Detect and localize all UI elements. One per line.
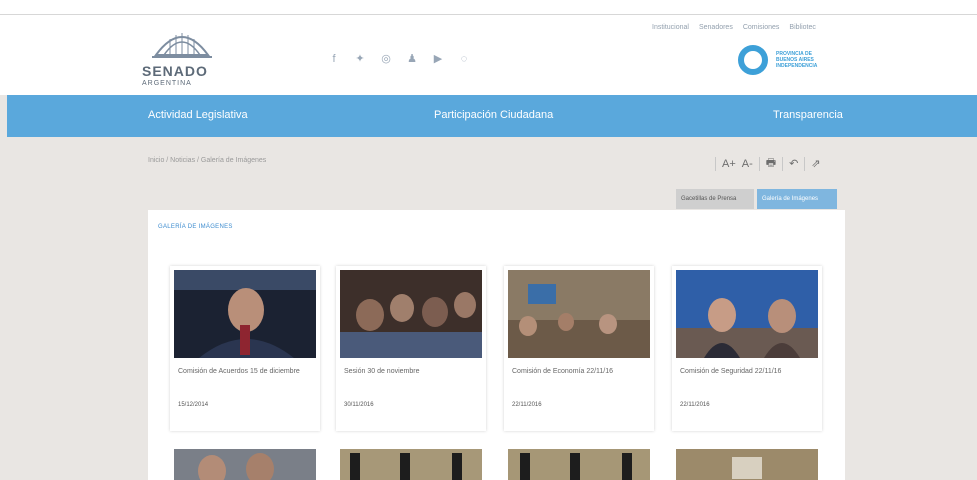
tab-press-releases[interactable]: Gacetillas de Prensa xyxy=(676,189,754,209)
dome-icon xyxy=(152,33,212,58)
gallery-card[interactable]: Comisión de Acuerdos 15 de diciembre 15/… xyxy=(170,266,320,431)
badge-ring-icon xyxy=(738,45,768,75)
gallery-card-partial[interactable] xyxy=(336,449,486,480)
gallery-card[interactable]: Comisión de Economía 22/11/16 22/11/2016 xyxy=(504,266,654,431)
gallery-thumbnail xyxy=(676,270,818,358)
gallery-date: 30/11/2016 xyxy=(344,402,374,408)
gallery-thumbnail xyxy=(174,449,316,480)
top-links: Institucional Senadores Comisiones Bibli… xyxy=(652,24,816,31)
twitter-icon[interactable]: ✦ xyxy=(354,53,366,65)
user-icon[interactable]: ♟ xyxy=(406,53,418,65)
top-strip xyxy=(0,0,977,15)
nav-item-actividad-legislativa[interactable]: Actividad Legislativa xyxy=(148,109,248,121)
youtube-icon[interactable]: ▶ xyxy=(432,53,444,65)
top-link-comisiones[interactable]: Comisiones xyxy=(743,24,780,31)
gallery-date: 22/11/2016 xyxy=(680,402,710,408)
back-icon[interactable]: ↶ xyxy=(789,157,798,170)
font-increase-button[interactable]: A+ xyxy=(722,158,736,170)
badge-text: PROVINCIA DE BUENOS AIRES INDEPENDENCIA xyxy=(776,51,846,69)
gallery-thumbnail xyxy=(340,449,482,480)
gallery-card[interactable]: Comisión de Seguridad 22/11/16 22/11/201… xyxy=(672,266,822,431)
tool-separator xyxy=(782,156,784,171)
font-decrease-button[interactable]: A- xyxy=(742,158,753,170)
gallery-caption: Sesión 30 de noviembre xyxy=(344,368,420,375)
gallery-caption: Comisión de Economía 22/11/16 xyxy=(512,368,614,375)
gallery-thumbnail xyxy=(340,270,482,358)
site-header: SENADO ARGENTINA f ✦ ◎ ♟ ▶ ◌ Institucion… xyxy=(0,15,977,95)
tab-image-gallery[interactable]: Galería de Imágenes xyxy=(757,189,837,209)
gallery-title: GALERÍA DE IMÁGENES xyxy=(158,224,233,230)
instagram-icon[interactable]: ◎ xyxy=(380,53,392,65)
gallery-date: 15/12/2014 xyxy=(178,402,209,408)
gallery-card[interactable]: Sesión 30 de noviembre 30/11/2016 xyxy=(336,266,486,431)
gallery-panel: GALERÍA DE IMÁGENES Comisión de Acuerdos… xyxy=(148,210,845,480)
page-tools: A+ A- 🖶 ↶ ⇗ xyxy=(715,154,821,173)
main-nav: Actividad Legislativa Participación Ciud… xyxy=(7,95,977,137)
brand-country: ARGENTINA xyxy=(142,80,192,87)
nav-item-participacion-ciudadana[interactable]: Participación Ciudadana xyxy=(434,109,553,121)
gallery-thumbnail xyxy=(508,449,650,480)
tool-separator xyxy=(804,156,806,171)
nav-item-transparencia[interactable]: Transparencia xyxy=(773,109,843,121)
tool-separator xyxy=(758,156,760,171)
gallery-caption: Comisión de Seguridad 22/11/16 xyxy=(680,368,782,375)
independence-badge: PROVINCIA DE BUENOS AIRES INDEPENDENCIA xyxy=(738,39,848,83)
gallery-thumbnail xyxy=(174,270,316,358)
facebook-icon[interactable]: f xyxy=(328,53,340,65)
share-icon[interactable]: ⇗ xyxy=(811,157,820,170)
top-link-institucional[interactable]: Institucional xyxy=(652,24,689,31)
top-link-biblioteca[interactable]: Bibliotec xyxy=(789,24,815,31)
gallery-card-partial[interactable] xyxy=(504,449,654,480)
gallery-thumbnail xyxy=(676,449,818,480)
badge-line-3: INDEPENDENCIA xyxy=(776,63,818,69)
gallery-thumbnail xyxy=(508,270,650,358)
breadcrumb[interactable]: Inicio / Noticias / Galería de Imágenes xyxy=(148,157,266,164)
social-links: f ✦ ◎ ♟ ▶ ◌ xyxy=(328,53,470,65)
senado-logo[interactable]: SENADO ARGENTINA xyxy=(142,25,222,93)
gallery-card-partial[interactable] xyxy=(672,449,822,480)
rss-icon[interactable]: ◌ xyxy=(458,53,470,65)
top-link-senadores[interactable]: Senadores xyxy=(699,24,733,31)
gallery-caption: Comisión de Acuerdos 15 de diciembre xyxy=(178,368,300,375)
print-icon[interactable]: 🖶 xyxy=(766,154,776,173)
gallery-date: 22/11/2016 xyxy=(512,402,542,408)
gallery-card-partial[interactable] xyxy=(170,449,320,480)
brand-name: SENADO xyxy=(142,63,208,79)
tool-separator xyxy=(715,156,716,171)
